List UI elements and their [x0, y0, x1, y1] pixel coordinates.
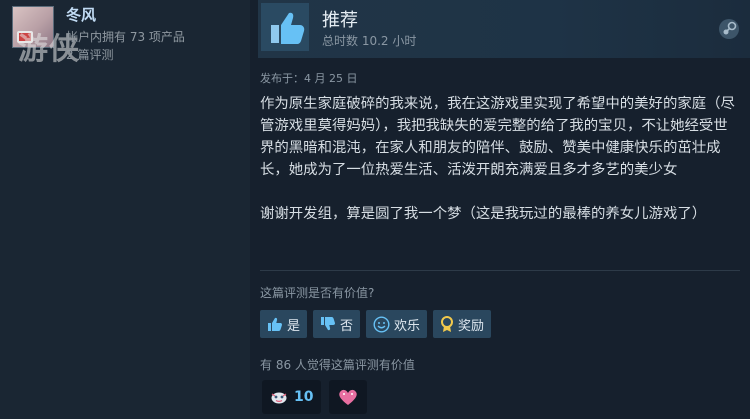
hours-played: 总时数 10.2 小时: [322, 34, 417, 48]
awards-received: 10: [262, 380, 368, 414]
vote-no-label: 否: [340, 318, 354, 334]
award-ribbon-icon: [441, 315, 454, 332]
vote-no-button[interactable]: 否: [313, 310, 361, 338]
vote-yes-label: 是: [287, 318, 301, 334]
award-button[interactable]: 奖励: [433, 310, 492, 338]
vote-funny-label: 欢乐: [394, 318, 421, 334]
posted-date: 发布于：4 月 25 日: [260, 72, 358, 85]
review-panel: 推荐 总时数 10.2 小时 发布于：4 月 25 日 作为原生家庭破碎的我来说…: [250, 0, 750, 419]
vote-buttons: 是 否 欢乐 奖励: [260, 310, 492, 338]
divider: [260, 270, 740, 271]
review-text: 作为原生家庭破碎的我来说，我在这游戏里实现了希望中的美好的家庭（尽管游戏里莫得妈…: [260, 93, 740, 225]
thumbs-down-icon: [321, 317, 336, 331]
award-chip[interactable]: 10: [262, 380, 322, 414]
award-chip[interactable]: [329, 380, 368, 414]
vote-funny-button[interactable]: 欢乐: [366, 310, 428, 338]
smiley-icon: [373, 315, 390, 333]
author-reviews-count[interactable]: 2 篇评测: [66, 46, 113, 63]
thumbs-up-icon: [268, 317, 283, 331]
heart-icon: [339, 389, 358, 405]
author-name[interactable]: 冬风: [66, 4, 96, 25]
review-paragraph-2: 谢谢开发组，算是圆了我一个梦（这是我玩过的最棒的养女儿游戏了）: [260, 206, 707, 222]
award-count: 10: [294, 389, 314, 405]
author-panel: 游侠 冬风 帐户内拥有 73 项产品 2 篇评测: [0, 0, 250, 419]
helpful-question: 这篇评测是否有价值?: [260, 286, 375, 300]
review-paragraph-1: 作为原生家庭破碎的我来说，我在这游戏里实现了希望中的美好的家庭（尽管游戏里莫得妈…: [260, 96, 735, 178]
review-verdict: 推荐: [322, 10, 358, 31]
helpful-count: 有 86 人觉得这篇评测有价值: [260, 358, 415, 372]
award-face-icon: [271, 392, 287, 404]
author-products-count[interactable]: 帐户内拥有 73 项产品: [66, 28, 185, 45]
review-header: 推荐 总时数 10.2 小时: [258, 0, 750, 58]
vote-yes-button[interactable]: 是: [260, 310, 308, 338]
award-label: 奖励: [458, 318, 485, 334]
thumbs-up-icon: [261, 3, 309, 51]
steam-icon: [719, 19, 739, 39]
